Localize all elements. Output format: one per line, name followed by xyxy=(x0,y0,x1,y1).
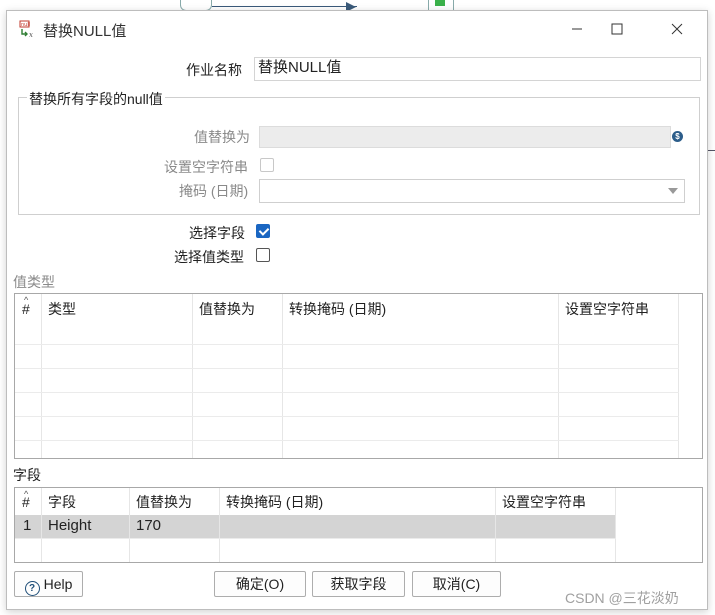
close-icon xyxy=(671,23,683,35)
column-header-type[interactable]: 类型 xyxy=(42,294,193,324)
ok-button[interactable]: 确定(O) xyxy=(214,571,306,597)
value-type-section-label: 值类型 xyxy=(13,274,55,290)
svg-text:x: x xyxy=(29,31,33,38)
table-grid-line xyxy=(558,294,559,458)
sort-icon: ^ xyxy=(24,295,29,305)
variable-icon[interactable]: $ xyxy=(672,131,683,142)
table-row[interactable] xyxy=(15,440,679,441)
select-value-type-checkbox[interactable] xyxy=(256,248,270,262)
table-grid-line xyxy=(615,488,616,562)
replace-value-cell[interactable]: 170 xyxy=(130,515,220,537)
table-row[interactable] xyxy=(15,416,679,417)
table-grid-line xyxy=(41,294,42,458)
column-header-num[interactable]: ^ # xyxy=(15,294,42,324)
column-header-replace[interactable]: 值替换为 xyxy=(130,488,220,514)
mask-dropdown[interactable] xyxy=(259,179,685,203)
window-title: 替换NULL值 xyxy=(43,23,127,40)
svg-text:null: null xyxy=(21,22,30,28)
row-number[interactable]: 1 xyxy=(17,515,42,537)
replace-null-dialog: null x 替换NULL值 作业名称 替换NULL值 替换所有字段的null值… xyxy=(6,10,708,610)
mask-label: 掩码 (日期) xyxy=(179,183,249,199)
maximize-button[interactable] xyxy=(597,17,637,41)
help-button[interactable]: ? Help xyxy=(14,571,83,597)
table-grid-line xyxy=(219,488,220,562)
table-row[interactable] xyxy=(15,368,679,369)
cancel-button[interactable]: 取消(C) xyxy=(412,571,501,597)
value-type-table[interactable]: ^ # 类型 值替换为 转换掩码 (日期) 设置空字符串 xyxy=(14,293,703,459)
column-header-replace[interactable]: 值替换为 xyxy=(193,294,283,324)
fields-section-label: 字段 xyxy=(13,467,41,483)
job-name-input[interactable]: 替换NULL值 xyxy=(254,57,701,81)
select-value-type-label: 选择值类型 xyxy=(174,249,244,265)
table-row[interactable] xyxy=(15,538,616,539)
set-empty-checkbox[interactable] xyxy=(260,158,274,172)
get-fields-button[interactable]: 获取字段 xyxy=(312,571,405,597)
table-grid-line xyxy=(495,488,496,562)
chevron-down-icon xyxy=(668,188,678,194)
table-grid-line xyxy=(678,294,679,458)
replace-with-label: 值替换为 xyxy=(194,129,250,145)
table-row[interactable] xyxy=(15,392,679,393)
check-icon xyxy=(435,0,445,6)
table-grid-line xyxy=(192,294,193,458)
select-field-label: 选择字段 xyxy=(189,225,245,241)
column-header-mask[interactable]: 转换掩码 (日期) xyxy=(283,294,559,324)
set-empty-label: 设置空字符串 xyxy=(164,159,248,175)
field-name-cell[interactable]: Height xyxy=(42,515,130,537)
column-header-mask[interactable]: 转换掩码 (日期) xyxy=(220,488,496,514)
job-name-label: 作业名称 xyxy=(186,62,242,78)
replace-null-icon: null x xyxy=(19,20,33,38)
canvas-hop-line xyxy=(212,6,357,7)
group-title: 替换所有字段的null值 xyxy=(27,89,165,109)
title-bar[interactable]: null x 替换NULL值 xyxy=(7,11,707,47)
minimize-button[interactable] xyxy=(557,17,597,41)
table-grid-line xyxy=(282,294,283,458)
maximize-icon xyxy=(611,23,623,35)
help-button-label: Help xyxy=(43,576,73,592)
table-row[interactable] xyxy=(15,344,679,345)
help-icon: ? xyxy=(24,581,40,596)
select-field-checkbox[interactable] xyxy=(256,224,270,238)
minimize-icon xyxy=(572,28,582,30)
column-header-num[interactable]: ^ # xyxy=(15,488,42,514)
column-header-field[interactable]: 字段 xyxy=(42,488,130,514)
column-header-empty[interactable]: 设置空字符串 xyxy=(559,294,679,324)
table-grid-line xyxy=(129,488,130,562)
column-header-empty[interactable]: 设置空字符串 xyxy=(496,488,616,514)
fields-table[interactable]: ^ # 字段 值替换为 转换掩码 (日期) 设置空字符串 1 Height 170 xyxy=(14,487,703,563)
table-grid-line xyxy=(41,488,42,562)
watermark: CSDN @三花淡奶 xyxy=(565,590,679,606)
replace-with-input[interactable] xyxy=(259,126,671,148)
sort-icon: ^ xyxy=(24,489,29,499)
close-button[interactable] xyxy=(657,17,697,41)
